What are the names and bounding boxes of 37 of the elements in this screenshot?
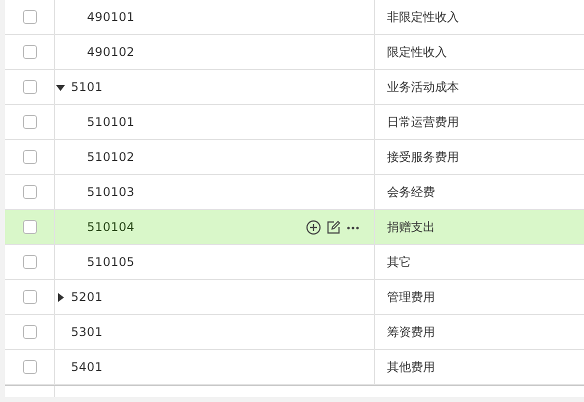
account-name: 其他费用 <box>387 358 435 376</box>
caret-down-icon[interactable] <box>56 82 65 92</box>
account-name: 限定性收入 <box>387 44 447 60</box>
account-name: 业务活动成本 <box>387 78 459 96</box>
account-code: 510103 <box>87 185 135 199</box>
row-checkbox[interactable] <box>22 360 36 374</box>
account-code: 510101 <box>87 115 135 129</box>
add-icon[interactable] <box>306 220 321 234</box>
account-code: 5201 <box>71 290 103 304</box>
account-name: 其它 <box>387 254 411 270</box>
row-checkbox[interactable] <box>22 290 36 304</box>
row-checkbox[interactable] <box>22 80 36 94</box>
account-code: 510105 <box>87 255 135 269</box>
caret-right-icon[interactable] <box>56 292 65 302</box>
row-checkbox[interactable] <box>22 115 36 129</box>
account-code: 5101 <box>71 80 103 94</box>
account-name: 接受服务费用 <box>387 148 459 166</box>
account-name: 管理费用 <box>387 288 435 306</box>
row-checkbox[interactable] <box>22 255 36 269</box>
row-checkbox[interactable] <box>22 220 36 234</box>
account-name: 会务经费 <box>387 184 435 200</box>
row-checkbox[interactable] <box>22 45 36 59</box>
account-code: 510104 <box>87 220 135 234</box>
account-name: 非限定性收入 <box>387 8 459 26</box>
row-checkbox[interactable] <box>22 325 36 339</box>
account-code: 490101 <box>87 10 135 24</box>
account-name: 日常运营费用 <box>387 114 459 130</box>
account-name: 捐赠支出 <box>387 218 435 236</box>
account-code: 5301 <box>71 325 103 339</box>
account-code: 5401 <box>71 360 103 374</box>
account-code: 490102 <box>87 45 135 59</box>
account-code: 510102 <box>87 150 135 164</box>
row-checkbox[interactable] <box>22 150 36 164</box>
account-name: 筹资费用 <box>387 324 435 340</box>
row-checkbox[interactable] <box>22 10 36 24</box>
row-checkbox[interactable] <box>22 185 36 199</box>
edit-icon[interactable] <box>326 220 341 234</box>
